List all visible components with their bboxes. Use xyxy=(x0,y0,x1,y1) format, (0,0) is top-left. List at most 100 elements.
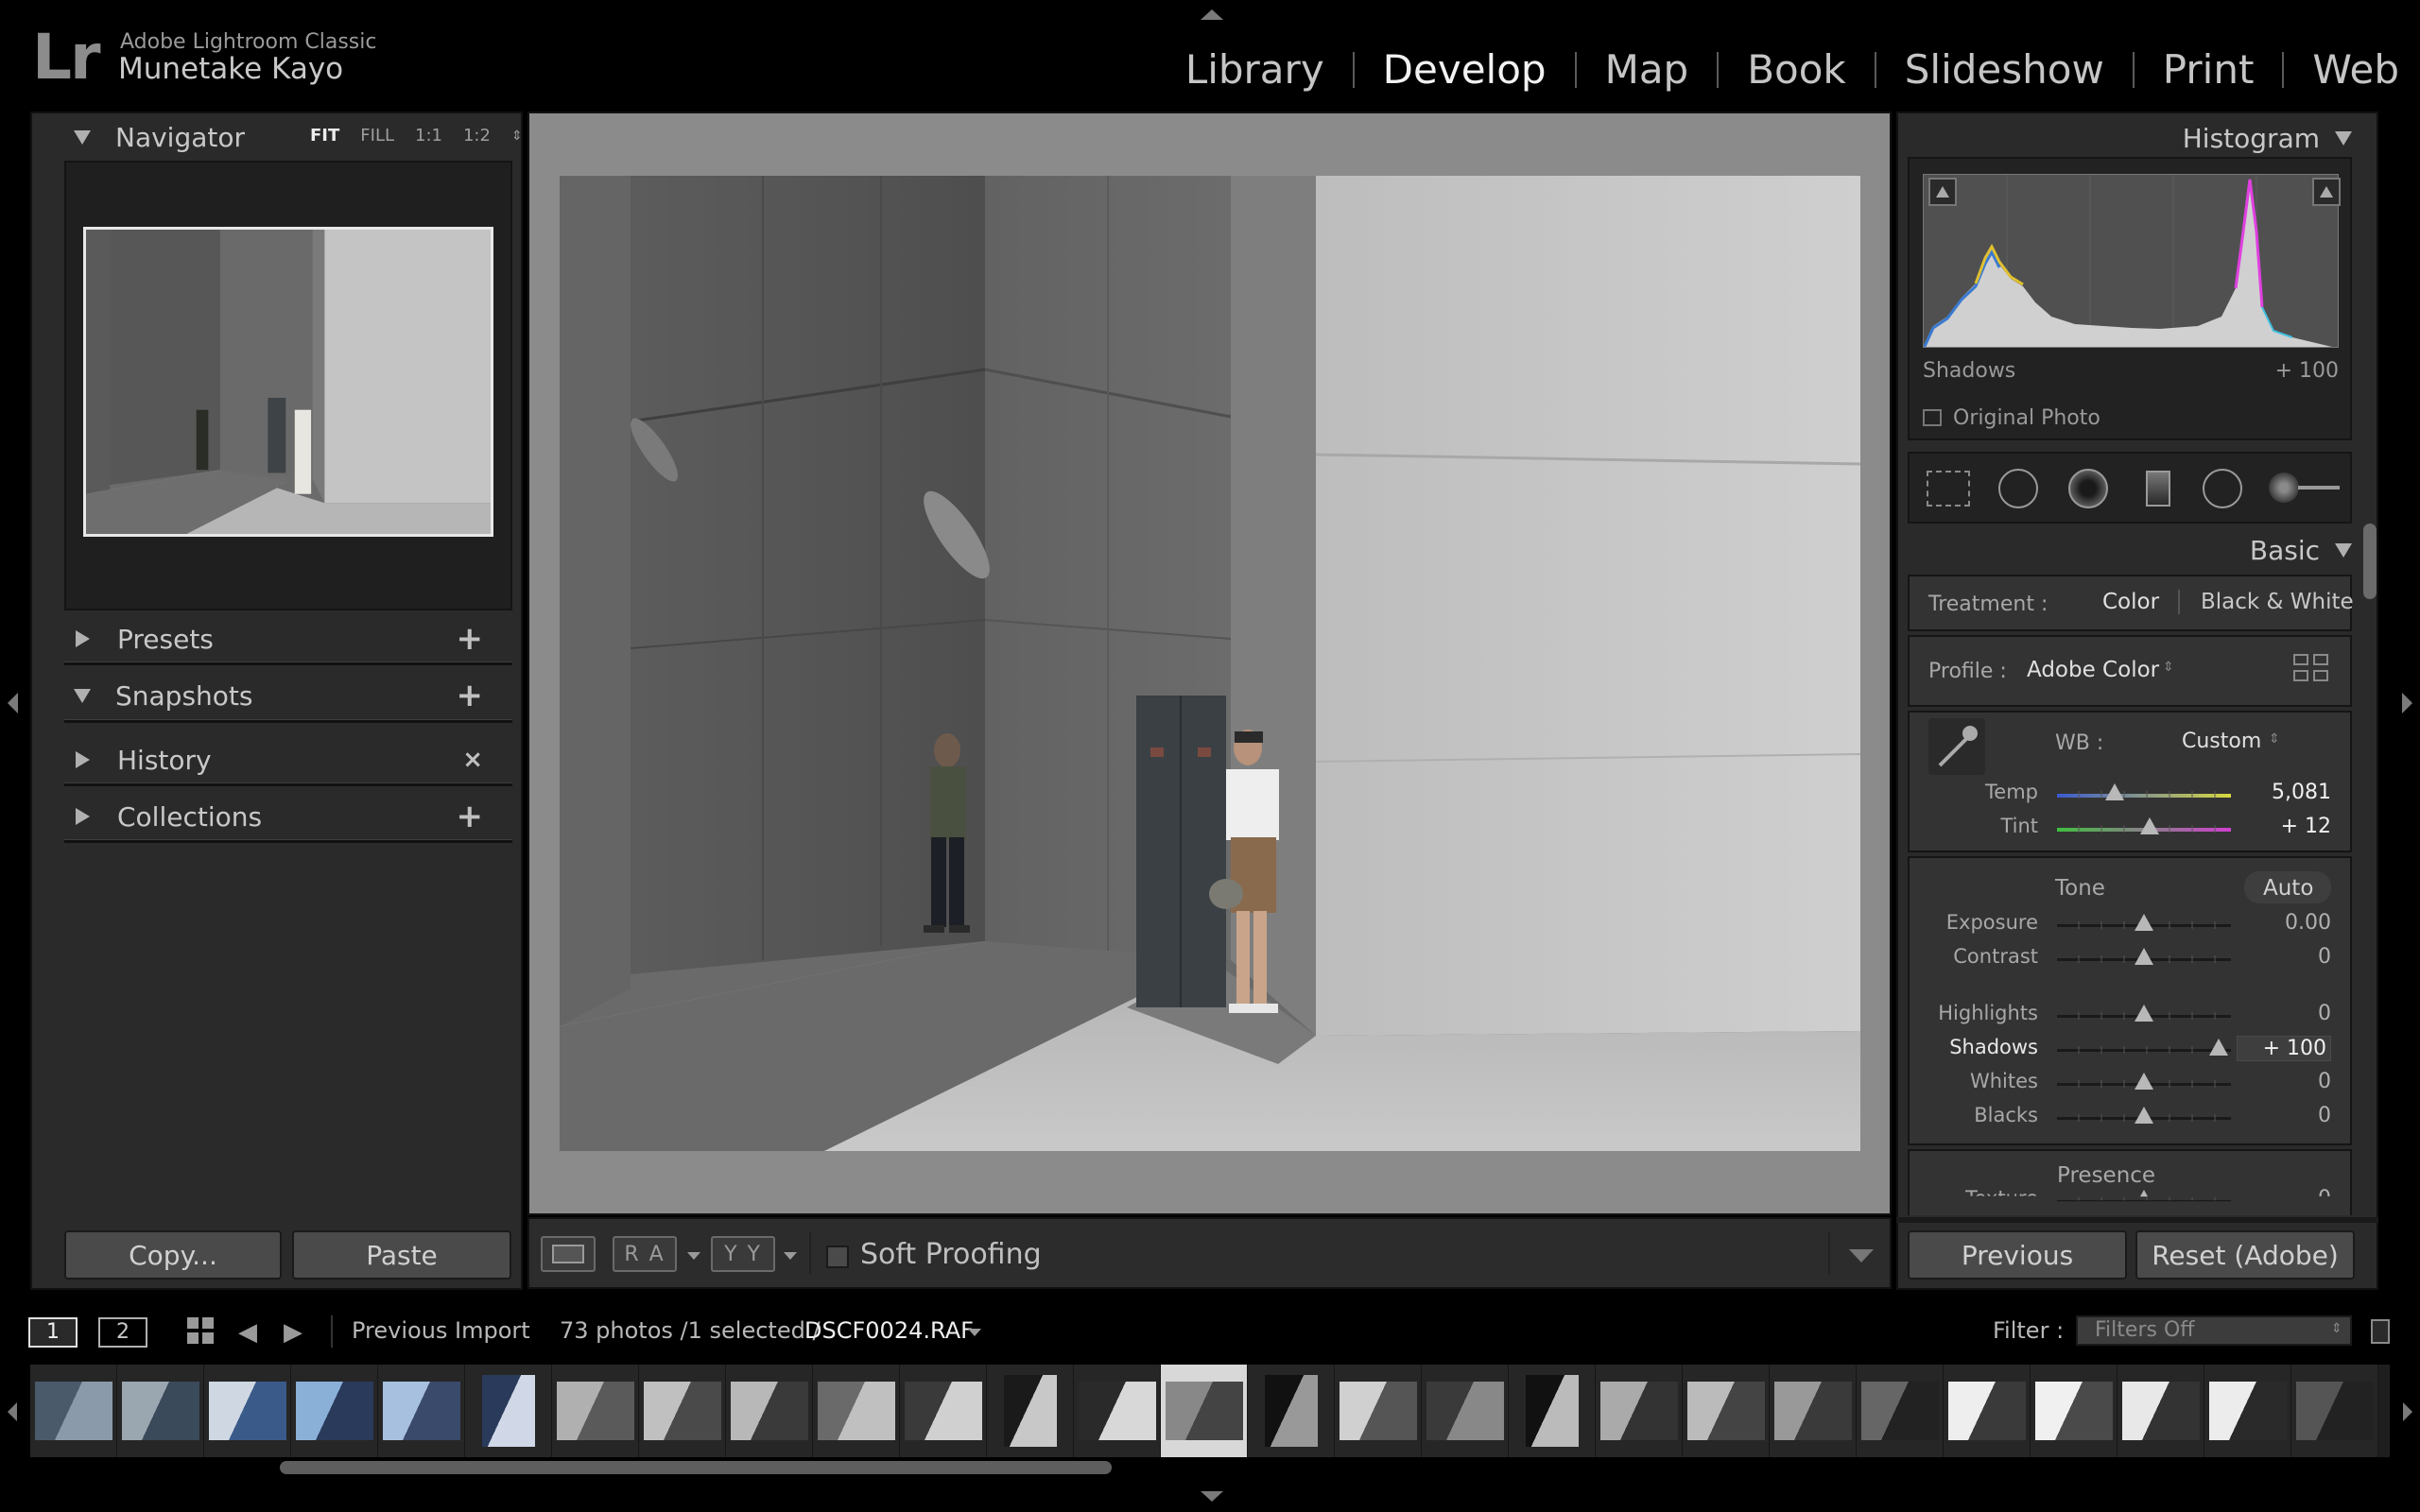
right-panel-scrollbar[interactable] xyxy=(2363,524,2377,599)
filmstrip-thumbnail[interactable] xyxy=(987,1365,1074,1457)
filename-dropdown-icon[interactable] xyxy=(968,1329,981,1336)
filmstrip-thumbnail[interactable] xyxy=(1509,1365,1596,1457)
radial-filter-icon[interactable] xyxy=(2203,469,2242,508)
forward-arrow-icon[interactable]: ▶ xyxy=(284,1318,302,1347)
zoom-fill[interactable]: FILL xyxy=(360,126,394,146)
paste-settings-button[interactable]: Paste xyxy=(292,1230,511,1280)
original-photo-checkbox[interactable] xyxy=(1923,409,1942,426)
shadow-clipping-toggle[interactable] xyxy=(1928,178,1957,206)
before-after-tb-button[interactable]: Y Y xyxy=(711,1236,775,1272)
filmstrip-thumbnail[interactable] xyxy=(1161,1365,1248,1457)
blacks-slider-knob[interactable] xyxy=(2135,1107,2153,1124)
module-print[interactable]: Print xyxy=(2135,45,2283,94)
histogram-graph[interactable] xyxy=(1923,174,2339,348)
filmstrip-thumbnail[interactable] xyxy=(900,1365,987,1457)
crop-icon[interactable] xyxy=(1927,471,1970,507)
copy-settings-button[interactable]: Copy... xyxy=(64,1230,282,1280)
contrast-slider-knob[interactable] xyxy=(2135,948,2153,965)
filmstrip-scroll-left-icon[interactable] xyxy=(8,1402,17,1421)
filmstrip-thumbnail[interactable] xyxy=(726,1365,813,1457)
main-photo[interactable] xyxy=(560,176,1860,1151)
filter-stepper-icon[interactable]: ⇕ xyxy=(2331,1321,2342,1336)
module-book[interactable]: Book xyxy=(1719,45,1875,94)
presets-header[interactable]: Presets + xyxy=(36,615,511,662)
filmstrip-thumbnail[interactable] xyxy=(204,1365,291,1457)
filmstrip-thumbnail[interactable] xyxy=(2291,1365,2378,1457)
profile-browser-icon[interactable] xyxy=(2293,654,2328,681)
filmstrip-thumbnail[interactable] xyxy=(1335,1365,1422,1457)
back-arrow-icon[interactable]: ◀ xyxy=(238,1318,257,1347)
wb-stepper-icon[interactable]: ⇕ xyxy=(2269,731,2280,747)
soft-proofing-checkbox[interactable] xyxy=(826,1246,849,1268)
filmstrip-thumbnail[interactable] xyxy=(2031,1365,2118,1457)
loupe-view-button[interactable] xyxy=(541,1236,596,1272)
blacks-slider-value[interactable]: 0 xyxy=(2237,1104,2331,1127)
shadows-slider-knob[interactable] xyxy=(2209,1039,2229,1056)
wb-eyedropper-icon[interactable] xyxy=(1928,718,1985,775)
temp-slider-knob[interactable] xyxy=(2104,783,2124,800)
filmstrip-thumbnail[interactable] xyxy=(1248,1365,1335,1457)
module-web[interactable]: Web xyxy=(2284,45,2399,94)
spot-removal-icon[interactable] xyxy=(1998,469,2038,508)
filmstrip-thumbnail[interactable] xyxy=(1770,1365,1857,1457)
histogram-header[interactable]: Histogram xyxy=(2183,119,2352,157)
filmstrip-thumbnail[interactable] xyxy=(552,1365,639,1457)
filmstrip-thumbnail[interactable] xyxy=(1596,1365,1683,1457)
profile-dropdown[interactable]: Adobe Color xyxy=(2027,658,2159,682)
toggle-right-panel-icon[interactable] xyxy=(2402,693,2412,713)
toggle-top-panel-icon[interactable] xyxy=(1201,9,1223,20)
previous-settings-button[interactable]: Previous xyxy=(1908,1230,2127,1280)
exposure-slider-value[interactable]: 0.00 xyxy=(2237,911,2331,935)
zoom-1-2[interactable]: 1:2 xyxy=(463,126,491,146)
toggle-filmstrip-icon[interactable] xyxy=(1201,1491,1223,1502)
swap-dropdown-icon[interactable] xyxy=(784,1252,797,1260)
highlight-clipping-toggle[interactable] xyxy=(2312,178,2341,206)
filmstrip-thumbnail[interactable] xyxy=(2204,1365,2291,1457)
filmstrip-thumbnail[interactable] xyxy=(117,1365,204,1457)
filmstrip-source[interactable]: Previous Import xyxy=(352,1317,530,1344)
whites-slider-value[interactable]: 0 xyxy=(2237,1070,2331,1093)
toolbar-options-icon[interactable] xyxy=(1849,1249,1874,1263)
filmstrip-thumbnail[interactable] xyxy=(639,1365,726,1457)
filmstrip-thumbnail[interactable] xyxy=(813,1365,900,1457)
main-window-button[interactable]: 1 xyxy=(28,1317,78,1348)
tint-slider-knob[interactable] xyxy=(2139,817,2159,834)
zoom-stepper-icon[interactable]: ⇕ xyxy=(511,129,523,144)
red-eye-icon[interactable] xyxy=(2068,469,2108,508)
grid-view-icon[interactable] xyxy=(187,1317,214,1344)
treatment-color-option[interactable]: Color xyxy=(2102,590,2159,614)
temp-slider-value[interactable]: 5,081 xyxy=(2237,781,2331,804)
clear-history-icon[interactable]: × xyxy=(462,746,483,774)
profile-stepper-icon[interactable]: ⇕ xyxy=(2163,660,2174,675)
reset-button[interactable]: Reset (Adobe) xyxy=(2135,1230,2355,1280)
before-after-dropdown-icon[interactable] xyxy=(687,1252,700,1260)
shadows-slider-value[interactable]: + 100 xyxy=(2237,1036,2331,1061)
filmstrip-thumbnail[interactable] xyxy=(1857,1365,1944,1457)
contrast-slider-value[interactable]: 0 xyxy=(2237,945,2331,969)
filmstrip-scrollbar[interactable] xyxy=(280,1461,1112,1474)
adjustment-brush-icon[interactable] xyxy=(2269,472,2341,503)
secondary-window-button[interactable]: 2 xyxy=(98,1317,147,1348)
add-preset-icon[interactable]: + xyxy=(457,620,484,658)
module-map[interactable]: Map xyxy=(1577,45,1718,94)
graduated-filter-icon[interactable] xyxy=(2146,471,2170,507)
filmstrip-thumbnail[interactable] xyxy=(30,1365,117,1457)
filmstrip-thumbnail[interactable] xyxy=(1683,1365,1770,1457)
filmstrip-thumbnail[interactable] xyxy=(1074,1365,1161,1457)
filmstrip-thumbnail[interactable] xyxy=(465,1365,552,1457)
filmstrip-filename[interactable]: DSCF0024.RAF xyxy=(804,1317,974,1344)
zoom-fit[interactable]: FIT xyxy=(310,126,339,146)
add-collection-icon[interactable]: + xyxy=(457,798,484,835)
filmstrip-thumbnail[interactable] xyxy=(291,1365,378,1457)
whites-slider-knob[interactable] xyxy=(2135,1073,2153,1090)
wb-dropdown[interactable]: Custom xyxy=(2182,730,2261,753)
filmstrip-thumbnail[interactable] xyxy=(378,1365,465,1457)
filmstrip-thumbnail[interactable] xyxy=(1944,1365,2031,1457)
filmstrip-thumbnail[interactable] xyxy=(2118,1365,2204,1457)
highlights-slider-knob[interactable] xyxy=(2135,1005,2153,1022)
snapshots-header[interactable]: Snapshots + xyxy=(36,672,511,719)
exposure-slider-knob[interactable] xyxy=(2135,914,2153,931)
filter-lock-icon[interactable] xyxy=(2371,1319,2390,1344)
module-develop[interactable]: Develop xyxy=(1355,45,1575,94)
module-slideshow[interactable]: Slideshow xyxy=(1876,45,2133,94)
